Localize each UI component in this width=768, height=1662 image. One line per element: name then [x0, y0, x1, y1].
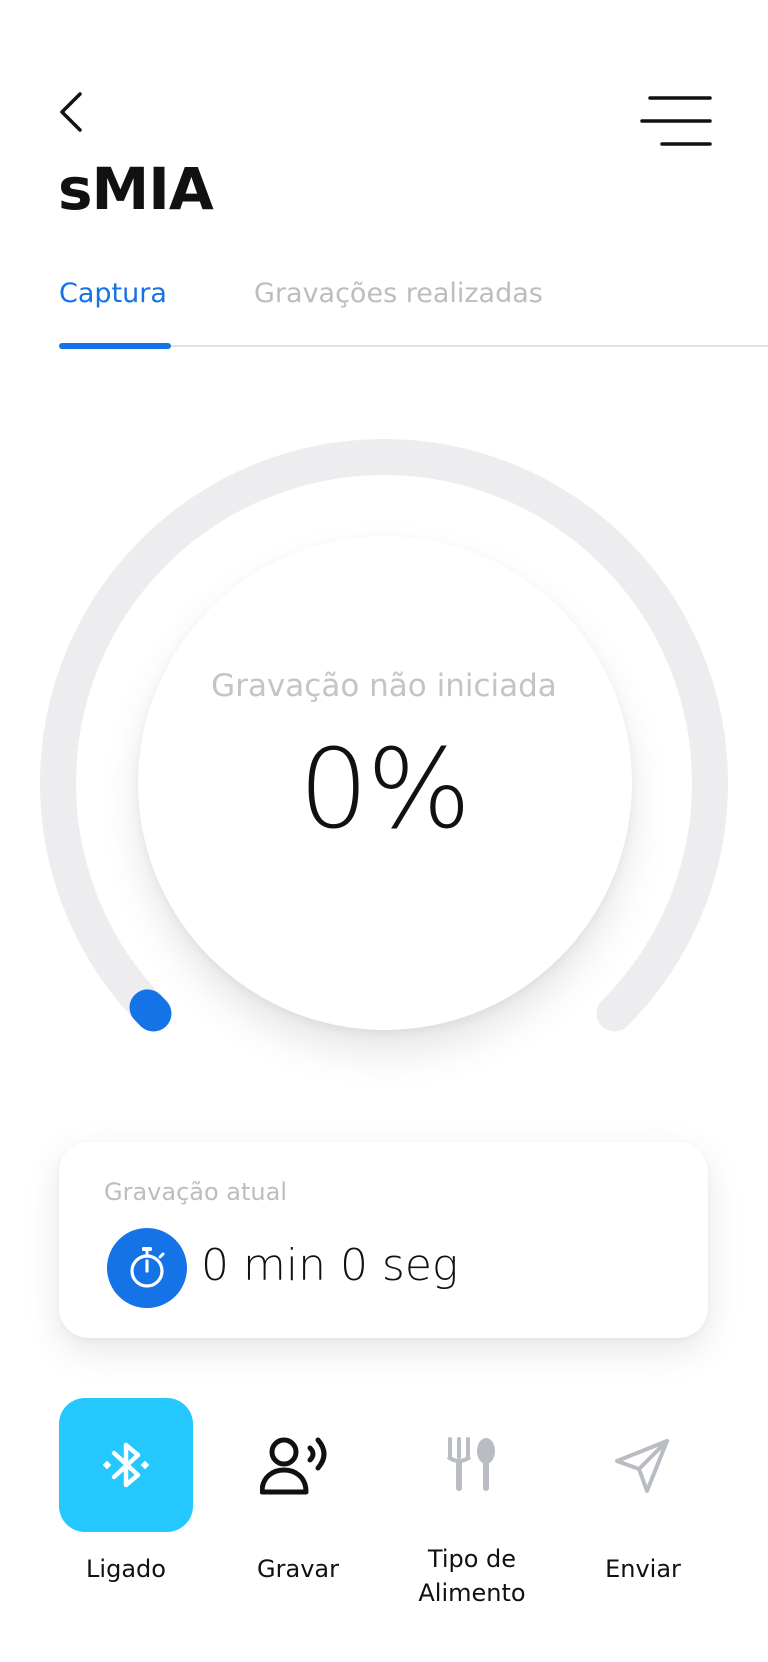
menu-button[interactable]	[640, 90, 720, 150]
stopwatch-icon	[107, 1228, 187, 1308]
food-type-icon-box	[405, 1398, 539, 1532]
voice-record-icon	[260, 1437, 327, 1495]
recording-status: Gravação não iniciada	[211, 668, 557, 704]
menu-icon	[640, 96, 712, 146]
tab-bar: Captura Gravações realizadas	[0, 268, 768, 349]
active-tab-indicator	[59, 343, 171, 349]
progress-percent: 0%	[298, 725, 472, 853]
utensils-icon	[446, 1437, 495, 1491]
record-icon-box	[231, 1398, 365, 1532]
record-button[interactable]: Gravar	[228, 1398, 368, 1586]
bluetooth-icon-box	[59, 1398, 193, 1532]
send-icon-box	[576, 1398, 710, 1532]
gauge-progress-arc	[129, 989, 172, 1032]
bluetooth-label: Ligado	[86, 1555, 166, 1583]
progress-gauge: Gravação não iniciada 0%	[0, 430, 768, 1110]
send-label: Enviar	[605, 1555, 681, 1583]
bluetooth-icon	[102, 1442, 150, 1488]
back-button[interactable]	[56, 84, 104, 140]
food-type-button[interactable]: Tipo de Alimento	[402, 1398, 542, 1610]
chevron-left-icon	[60, 92, 82, 132]
send-icon	[615, 1439, 669, 1493]
recording-elapsed-time: 0 min 0 seg	[201, 1240, 459, 1291]
current-recording-card: Gravação atual 0 min 0 seg	[59, 1142, 708, 1338]
food-type-label: Tipo de Alimento	[418, 1545, 526, 1607]
current-recording-label: Gravação atual	[104, 1178, 287, 1206]
bluetooth-button[interactable]: Ligado	[59, 1398, 193, 1586]
tab-captura[interactable]: Captura	[59, 278, 167, 309]
action-bar: Ligado Gravar Tipo de Alimento Enviar	[0, 1398, 768, 1628]
send-button[interactable]: Enviar	[573, 1398, 713, 1586]
page-title: sMIA	[58, 155, 214, 223]
record-label: Gravar	[257, 1555, 339, 1583]
tab-gravacoes-realizadas[interactable]: Gravações realizadas	[254, 278, 543, 309]
